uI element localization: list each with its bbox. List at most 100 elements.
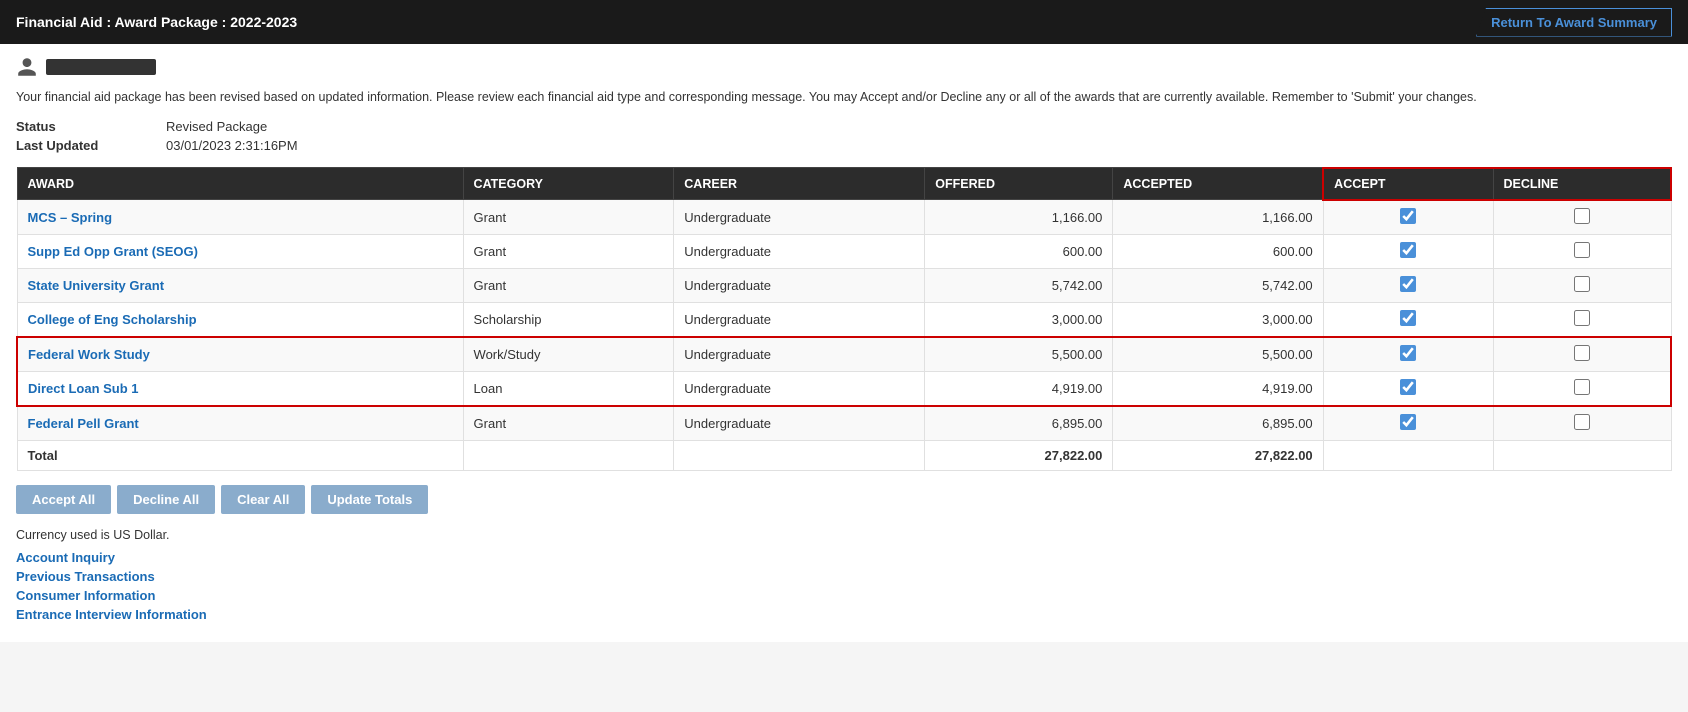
total-label: Total bbox=[17, 440, 463, 470]
award-accepted: 4,919.00 bbox=[1113, 371, 1323, 406]
accept-checkbox-cell[interactable] bbox=[1323, 302, 1493, 337]
main-content: Your financial aid package has been revi… bbox=[0, 44, 1688, 642]
accept-checkbox-cell[interactable] bbox=[1323, 371, 1493, 406]
decline-checkbox-cell[interactable] bbox=[1493, 302, 1671, 337]
col-header-award: AWARD bbox=[17, 168, 463, 200]
accept-checkbox[interactable] bbox=[1400, 345, 1416, 361]
clear-all-button[interactable]: Clear All bbox=[221, 485, 305, 514]
previous-transactions-link[interactable]: Previous Transactions bbox=[16, 569, 1672, 584]
user-icon bbox=[16, 56, 38, 78]
award-category: Grant bbox=[463, 406, 674, 441]
award-category: Loan bbox=[463, 371, 674, 406]
user-name bbox=[46, 59, 156, 75]
award-link[interactable]: State University Grant bbox=[28, 278, 165, 293]
accept-checkbox-cell[interactable] bbox=[1323, 406, 1493, 441]
award-offered: 1,166.00 bbox=[925, 200, 1113, 235]
decline-checkbox-cell[interactable] bbox=[1493, 268, 1671, 302]
award-career: Undergraduate bbox=[674, 234, 925, 268]
award-offered: 5,500.00 bbox=[925, 337, 1113, 372]
table-row: College of Eng Scholarship Scholarship U… bbox=[17, 302, 1671, 337]
decline-checkbox[interactable] bbox=[1574, 310, 1590, 326]
last-updated-label: Last Updated bbox=[16, 138, 126, 153]
award-link[interactable]: Federal Pell Grant bbox=[28, 416, 139, 431]
decline-checkbox[interactable] bbox=[1574, 379, 1590, 395]
decline-checkbox[interactable] bbox=[1574, 208, 1590, 224]
decline-checkbox-cell[interactable] bbox=[1493, 234, 1671, 268]
award-accepted: 5,742.00 bbox=[1113, 268, 1323, 302]
award-link[interactable]: Direct Loan Sub 1 bbox=[28, 381, 139, 396]
total-offered: 27,822.00 bbox=[925, 440, 1113, 470]
col-header-accepted: ACCEPTED bbox=[1113, 168, 1323, 200]
decline-checkbox-cell[interactable] bbox=[1493, 200, 1671, 235]
award-link[interactable]: College of Eng Scholarship bbox=[28, 312, 197, 327]
accept-checkbox[interactable] bbox=[1400, 414, 1416, 430]
award-career: Undergraduate bbox=[674, 302, 925, 337]
award-category: Work/Study bbox=[463, 337, 674, 372]
award-offered: 3,000.00 bbox=[925, 302, 1113, 337]
action-buttons-group: Accept All Decline All Clear All Update … bbox=[16, 485, 1672, 514]
decline-checkbox[interactable] bbox=[1574, 276, 1590, 292]
award-category: Grant bbox=[463, 200, 674, 235]
col-header-offered: OFFERED bbox=[925, 168, 1113, 200]
award-link[interactable]: Federal Work Study bbox=[28, 347, 150, 362]
entrance-interview-link[interactable]: Entrance Interview Information bbox=[16, 607, 1672, 622]
info-text: Your financial aid package has been revi… bbox=[16, 88, 1672, 107]
decline-checkbox[interactable] bbox=[1574, 345, 1590, 361]
table-row: MCS – Spring Grant Undergraduate 1,166.0… bbox=[17, 200, 1671, 235]
accept-all-button[interactable]: Accept All bbox=[16, 485, 111, 514]
accept-checkbox-cell[interactable] bbox=[1323, 268, 1493, 302]
award-name: College of Eng Scholarship bbox=[17, 302, 463, 337]
accept-checkbox[interactable] bbox=[1400, 208, 1416, 224]
update-totals-button[interactable]: Update Totals bbox=[311, 485, 428, 514]
total-accepted: 27,822.00 bbox=[1113, 440, 1323, 470]
decline-checkbox[interactable] bbox=[1574, 414, 1590, 430]
status-value: Revised Package bbox=[166, 119, 267, 134]
accept-checkbox-cell[interactable] bbox=[1323, 337, 1493, 372]
decline-checkbox-cell[interactable] bbox=[1493, 406, 1671, 441]
status-label: Status bbox=[16, 119, 126, 134]
award-offered: 5,742.00 bbox=[925, 268, 1113, 302]
col-header-decline: DECLINE bbox=[1493, 168, 1671, 200]
award-offered: 600.00 bbox=[925, 234, 1113, 268]
award-career: Undergraduate bbox=[674, 200, 925, 235]
decline-all-button[interactable]: Decline All bbox=[117, 485, 215, 514]
last-updated-value: 03/01/2023 2:31:16PM bbox=[166, 138, 298, 153]
award-career: Undergraduate bbox=[674, 371, 925, 406]
status-row: Status Revised Package bbox=[16, 119, 1672, 134]
account-inquiry-link[interactable]: Account Inquiry bbox=[16, 550, 1672, 565]
consumer-information-link[interactable]: Consumer Information bbox=[16, 588, 1672, 603]
accept-checkbox[interactable] bbox=[1400, 310, 1416, 326]
award-accepted: 5,500.00 bbox=[1113, 337, 1323, 372]
decline-checkbox-cell[interactable] bbox=[1493, 337, 1671, 372]
award-accepted: 1,166.00 bbox=[1113, 200, 1323, 235]
award-career: Undergraduate bbox=[674, 406, 925, 441]
decline-checkbox[interactable] bbox=[1574, 242, 1590, 258]
accept-checkbox[interactable] bbox=[1400, 276, 1416, 292]
accept-checkbox-cell[interactable] bbox=[1323, 234, 1493, 268]
currency-note: Currency used is US Dollar. bbox=[16, 528, 1672, 542]
award-offered: 6,895.00 bbox=[925, 406, 1113, 441]
bottom-links: Account Inquiry Previous Transactions Cons… bbox=[16, 550, 1672, 622]
award-name: Federal Pell Grant bbox=[17, 406, 463, 441]
table-row: Federal Pell Grant Grant Undergraduate 6… bbox=[17, 406, 1671, 441]
award-link[interactable]: MCS – Spring bbox=[28, 210, 113, 225]
decline-checkbox-cell[interactable] bbox=[1493, 371, 1671, 406]
accept-checkbox-cell[interactable] bbox=[1323, 200, 1493, 235]
last-updated-row: Last Updated 03/01/2023 2:31:16PM bbox=[16, 138, 1672, 153]
award-category: Scholarship bbox=[463, 302, 674, 337]
table-header-row: AWARD CATEGORY CAREER OFFERED ACCEPTED A… bbox=[17, 168, 1671, 200]
award-category: Grant bbox=[463, 234, 674, 268]
award-offered: 4,919.00 bbox=[925, 371, 1113, 406]
award-name: State University Grant bbox=[17, 268, 463, 302]
award-link[interactable]: Supp Ed Opp Grant (SEOG) bbox=[28, 244, 198, 259]
award-career: Undergraduate bbox=[674, 268, 925, 302]
award-name: Direct Loan Sub 1 bbox=[17, 371, 463, 406]
meta-section: Status Revised Package Last Updated 03/0… bbox=[16, 119, 1672, 153]
award-category: Grant bbox=[463, 268, 674, 302]
accept-checkbox[interactable] bbox=[1400, 242, 1416, 258]
table-row: Federal Work Study Work/Study Undergradu… bbox=[17, 337, 1671, 372]
award-career: Undergraduate bbox=[674, 337, 925, 372]
return-to-award-summary-button[interactable]: Return To Award Summary bbox=[1476, 8, 1672, 37]
award-accepted: 600.00 bbox=[1113, 234, 1323, 268]
accept-checkbox[interactable] bbox=[1400, 379, 1416, 395]
